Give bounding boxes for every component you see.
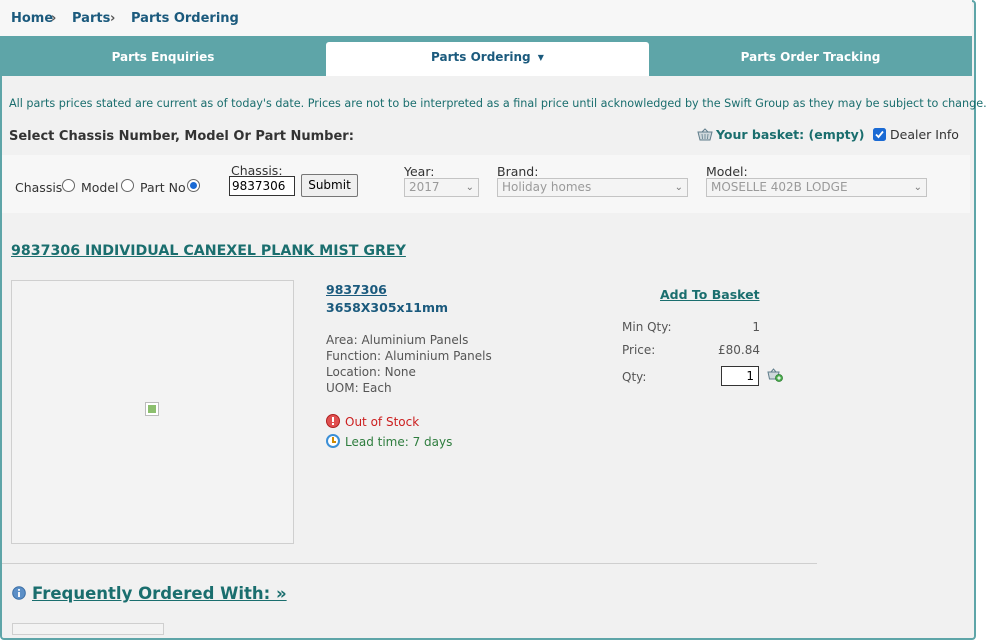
- breadcrumb-home[interactable]: Home: [11, 11, 53, 26]
- tab-parts-ordering-label: Parts Ordering: [431, 50, 531, 64]
- model-select[interactable]: MOSELLE 402B LODGE ⌄: [706, 178, 927, 197]
- part-area: Area: Aluminium Panels: [326, 333, 469, 347]
- qty-label: Qty:: [622, 370, 647, 384]
- add-to-basket-link[interactable]: Add To Basket: [660, 287, 760, 302]
- basket-link[interactable]: Your basket: (empty): [697, 127, 865, 142]
- chevron-down-icon: ⌄: [674, 182, 683, 193]
- model-select-value: MOSELLE 402B LODGE: [711, 180, 848, 194]
- radio-model-label: Model: [81, 180, 119, 195]
- chevron-right-icon: ›: [51, 11, 57, 26]
- clock-icon: [326, 434, 340, 448]
- qty-input[interactable]: 1: [721, 366, 759, 386]
- radio-part-no[interactable]: [187, 179, 200, 192]
- tab-parts-ordering[interactable]: Parts Ordering ▼: [326, 42, 649, 76]
- model-label: Model:: [706, 164, 748, 179]
- alert-icon: [326, 414, 340, 428]
- dealer-info-label: Dealer Info: [890, 127, 959, 142]
- submit-button[interactable]: Submit: [301, 174, 358, 197]
- year-select[interactable]: 2017 ⌄: [404, 178, 479, 197]
- price-value: £80.84: [718, 343, 760, 357]
- caret-down-icon: ▼: [537, 53, 544, 62]
- tab-parts-order-tracking[interactable]: Parts Order Tracking: [649, 42, 972, 76]
- basket-icon: [697, 128, 713, 141]
- price-label: Price:: [622, 343, 656, 357]
- radio-model[interactable]: [121, 179, 134, 192]
- part-heading[interactable]: 9837306 INDIVIDUAL CANEXEL PLANK MIST GR…: [11, 243, 406, 259]
- part-image: [11, 280, 294, 544]
- brand-select[interactable]: Holiday homes ⌄: [497, 178, 688, 197]
- part-size: 3658X305x11mm: [326, 300, 449, 315]
- radio-part-no-label: Part No: [140, 180, 186, 195]
- year-label: Year:: [404, 164, 435, 179]
- lead-time: Lead time: 7 days: [326, 434, 452, 449]
- chassis-input[interactable]: 9837306: [229, 176, 295, 196]
- frequently-ordered-link[interactable]: Frequently Ordered With: »: [32, 584, 287, 603]
- frequently-ordered-section: Frequently Ordered With: »: [12, 584, 287, 603]
- min-qty-label: Min Qty:: [622, 320, 672, 334]
- stock-status-text: Out of Stock: [345, 415, 420, 429]
- brand-select-value: Holiday homes: [502, 180, 592, 194]
- chevron-down-icon: ⌄: [913, 182, 922, 193]
- stock-status: Out of Stock: [326, 414, 419, 429]
- tab-bar: Parts Enquiries Parts Ordering ▼ Parts O…: [0, 36, 972, 76]
- chevron-down-icon: ⌄: [465, 182, 474, 193]
- brand-label: Brand:: [497, 164, 539, 179]
- related-item-card: [12, 623, 164, 635]
- radio-chassis-label: Chassis: [15, 180, 63, 195]
- chevron-right-icon: ›: [110, 11, 116, 26]
- part-number-link[interactable]: 9837306: [326, 282, 387, 297]
- lead-time-text: Lead time: 7 days: [345, 435, 453, 449]
- breadcrumb-parts-ordering[interactable]: Parts Ordering: [131, 11, 239, 26]
- year-select-value: 2017: [409, 180, 440, 194]
- info-icon: [12, 586, 26, 600]
- selector-title: Select Chassis Number, Model Or Part Num…: [9, 129, 354, 144]
- min-qty-value: 1: [752, 320, 760, 334]
- add-to-basket-icon[interactable]: [767, 368, 783, 382]
- radio-chassis[interactable]: [62, 179, 75, 192]
- part-location: Location: None: [326, 365, 416, 379]
- section-divider: [2, 563, 817, 564]
- checkbox-checked-icon[interactable]: [873, 128, 886, 141]
- breadcrumb-parts[interactable]: Parts: [72, 11, 110, 26]
- part-uom: UOM: Each: [326, 381, 392, 395]
- basket-label: Your basket: (empty): [716, 127, 865, 142]
- broken-image-icon: [145, 402, 159, 416]
- part-function: Function: Aluminium Panels: [326, 349, 492, 363]
- dealer-info-toggle[interactable]: Dealer Info: [873, 127, 959, 142]
- breadcrumb: Home › Parts › Parts Ordering: [0, 0, 972, 36]
- price-notice: All parts prices stated are current as o…: [9, 97, 987, 110]
- tab-parts-enquiries[interactable]: Parts Enquiries: [0, 42, 326, 76]
